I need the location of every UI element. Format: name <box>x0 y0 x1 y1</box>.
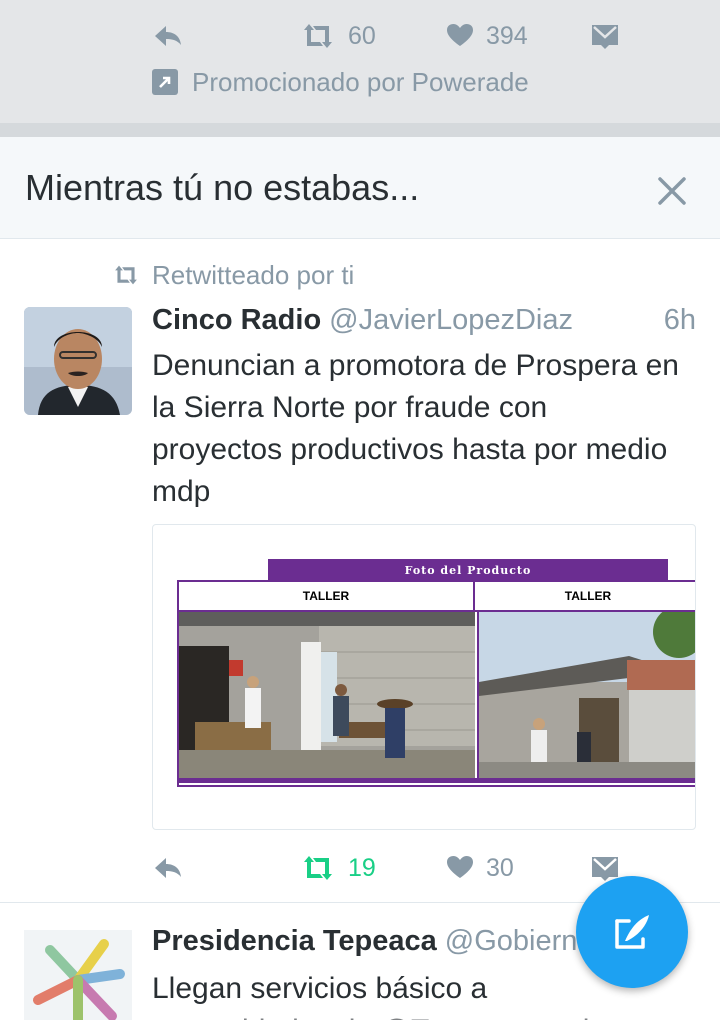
like-button[interactable]: 394 <box>446 16 528 56</box>
promoted-label: Promocionado por Powerade <box>192 66 529 97</box>
media-col-label-1: TALLER <box>179 582 475 610</box>
promoted-tweet-actions: 60 394 <box>0 16 720 56</box>
retweet-icon <box>304 24 332 48</box>
author-handle[interactable]: @JavierLopezDiaz <box>329 304 573 336</box>
promoted-icon <box>152 69 178 95</box>
author-handle[interactable]: @Gobiern <box>445 925 578 957</box>
retweet-button[interactable]: 19 <box>300 848 376 888</box>
author-name[interactable]: Cinco Radio <box>152 304 321 336</box>
avatar[interactable] <box>24 307 132 415</box>
media-photo-2 <box>477 612 695 778</box>
tweet-text-line-2: comunidades de @Tepeaca... mi <box>152 1010 692 1020</box>
retweet-icon <box>115 265 137 285</box>
like-count: 394 <box>486 21 528 50</box>
reply-icon <box>155 26 181 46</box>
media-bottom-line <box>179 778 695 783</box>
retweet-button[interactable]: 60 <box>300 16 376 56</box>
message-icon <box>592 25 618 49</box>
message-button[interactable] <box>590 16 620 56</box>
media-frame: TALLER TALLER <box>177 580 695 787</box>
promoted-by[interactable]: Promocionado por Powerade <box>152 66 529 98</box>
tweet-media[interactable]: Foto del Producto TALLER TALLER <box>152 524 696 830</box>
close-icon <box>658 177 686 205</box>
reply-icon <box>155 858 181 878</box>
retweet-icon <box>304 856 332 880</box>
promoted-tweet: 60 394 Promocionado por Powerade <box>0 0 720 123</box>
like-count: 30 <box>486 853 514 882</box>
reply-button[interactable] <box>152 848 184 888</box>
retweeted-by-line: Retwitteado por ti <box>100 258 354 292</box>
retweet-count: 60 <box>348 21 376 50</box>
heart-icon <box>447 24 473 46</box>
tweet-text: Denuncian a promotora de Prospera en la … <box>152 349 679 508</box>
retweeted-label: Retwitteado por ti <box>152 259 355 290</box>
section-divider <box>0 123 720 137</box>
heart-icon <box>447 856 473 878</box>
reply-button[interactable] <box>152 16 184 56</box>
while-away-title: Mientras tú no estabas... <box>25 167 420 208</box>
author-name[interactable]: Presidencia Tepeaca <box>152 925 437 957</box>
tweet-header: Cinco Radio @JavierLopezDiaz 6h <box>152 304 696 342</box>
media-photo-1 <box>179 612 475 778</box>
media-header: Foto del Producto <box>268 559 668 581</box>
tweet-time: 6h <box>663 304 696 336</box>
close-button[interactable] <box>652 171 692 211</box>
like-button[interactable]: 30 <box>446 848 514 888</box>
while-away-header: Mientras tú no estabas... <box>0 137 720 239</box>
compose-icon <box>615 915 649 949</box>
compose-button[interactable] <box>576 876 688 988</box>
avatar[interactable] <box>24 930 132 1020</box>
media-col-label-2: TALLER <box>564 589 612 603</box>
retweet-count: 19 <box>348 853 376 882</box>
